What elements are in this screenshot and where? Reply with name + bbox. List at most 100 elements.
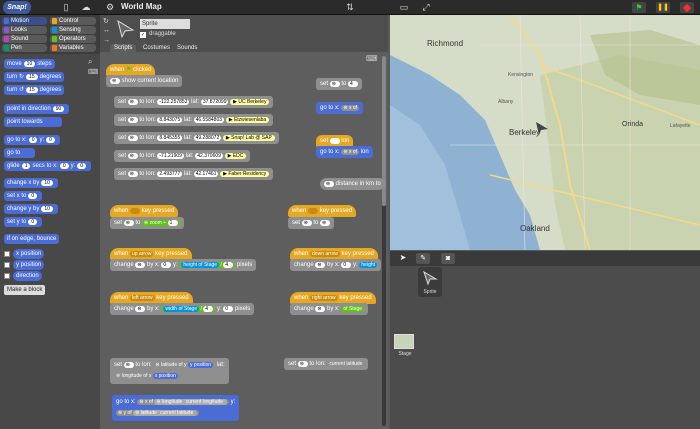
when-up-key-hat[interactable]: when key pressed	[110, 205, 179, 217]
set-x-block[interactable]: set x to 0	[4, 191, 43, 201]
block-input[interactable]: 0	[223, 306, 234, 312]
location-label[interactable]: ▶ Faber Residency	[220, 171, 270, 177]
block-input[interactable]: 0	[59, 163, 69, 169]
set-location-block[interactable]: set ⊜ to lon: -122.257852 lat: 37.872099…	[114, 96, 274, 108]
category-control[interactable]: Control	[50, 17, 96, 25]
height-of-stage-reporter[interactable]: height of Stage	[181, 262, 220, 268]
change-by-height-down-block[interactable]: change ⊜ by x: 0 y: height	[290, 259, 382, 271]
lat-input[interactable]: 49.288072	[193, 135, 222, 141]
app-mode-icon[interactable]: ▭	[398, 2, 410, 13]
set-current-latitude-block[interactable]: set ⊜ to lon: current latitude	[284, 358, 369, 370]
block-input[interactable]: 15	[26, 87, 38, 93]
category-variables[interactable]: Variables	[50, 44, 96, 52]
set-y-block[interactable]: set y to 0	[4, 217, 43, 227]
change-x-block[interactable]: change x by 10	[4, 178, 58, 188]
set-zoom-block[interactable]: set ⊜ to 4	[316, 78, 363, 90]
rotation-lr-icon[interactable]: ↔	[103, 27, 110, 34]
set-zoom-plus-block[interactable]: set ⊜ to ⊜ zoom + 1	[110, 217, 184, 229]
location-label[interactable]: ▶ Snap! Lab @ SAP	[222, 135, 275, 141]
change-by-width-block[interactable]: change ⊜ by x: width of Stage / 4 y: 0 p…	[110, 303, 255, 315]
rotation-none-icon[interactable]: →	[103, 37, 110, 44]
lon-input[interactable]: -122.257852	[157, 99, 190, 105]
when-down-key-hat[interactable]: when key pressed	[288, 205, 357, 217]
category-looks[interactable]: Looks	[2, 26, 47, 34]
glide-block[interactable]: glide 1 secs to x: 0 y: 0	[4, 161, 92, 171]
key-dropdown[interactable]: up arrow	[130, 251, 154, 257]
point-towards-block[interactable]: point towards	[4, 117, 62, 127]
key-dropdown[interactable]	[130, 208, 141, 214]
scripts-area[interactable]: ⌨ when ⚑ clicked ⊜ show current location…	[100, 52, 388, 429]
change-y-block[interactable]: change y by 10	[4, 204, 58, 214]
operator[interactable]: of Stage	[341, 306, 365, 312]
green-flag-button[interactable]: ⚑	[632, 2, 646, 13]
set-location-block[interactable]: set ⊜ to lon: -71.21909 lat: 42.370609 ▶…	[114, 150, 251, 162]
set-zoom-minus-block[interactable]: set ⊜ to ⊜	[288, 217, 335, 229]
set-location-block[interactable]: set ⊜ to lon: 2.493777 lat: 42.17461 ▶ F…	[114, 168, 274, 180]
lon-input[interactable]: 2.493777	[157, 171, 183, 177]
rotation-style-icon[interactable]: ↻	[103, 17, 109, 25]
key-dropdown[interactable]: right arrow	[310, 295, 338, 301]
direction-reporter[interactable]: direction	[13, 271, 42, 281]
latitude-reporter[interactable]: ⊜ latitude current latitude	[133, 410, 198, 416]
fullscreen-icon[interactable]: ⤢	[420, 2, 432, 13]
width-of-stage-reporter[interactable]: width of Stage	[163, 306, 200, 312]
block-input[interactable]: 1	[167, 220, 178, 226]
block-input[interactable]: 10	[23, 61, 36, 67]
lon-input[interactable]: 8.845355	[157, 135, 183, 141]
goto-block[interactable]: go to	[4, 148, 36, 158]
key-dropdown[interactable]	[308, 208, 319, 214]
location-label[interactable]: ▶ EDC	[224, 153, 247, 159]
current-latitude-reporter[interactable]: current latitude	[158, 410, 196, 416]
goto-xy-block[interactable]: go to x: 0 y: 0	[4, 135, 60, 145]
divide-operator[interactable]: height of Stage / 4	[179, 262, 236, 268]
show-current-location-block[interactable]: ⊜ show current location	[106, 75, 183, 87]
goto-xof-lon-block[interactable]: go to x: ⊜ x of lon	[316, 146, 373, 158]
sprite-name-field[interactable]: Sprite	[140, 19, 190, 29]
sprite-icon[interactable]: Sprite	[418, 267, 442, 297]
plus-operator[interactable]: ⊜ zoom + 1	[142, 220, 180, 226]
stage-icon[interactable]: Stage	[394, 334, 416, 362]
x-of-reporter[interactable]: ⊜ x of	[341, 149, 360, 155]
stage-map[interactable]: Richmond Kensington Albany Berkeley Orin…	[390, 15, 700, 250]
keyboard-entry-icon[interactable]: ⌨	[366, 54, 378, 63]
divide-operator[interactable]: width of Stage / 4	[161, 306, 216, 312]
category-sound[interactable]: Sound	[2, 35, 47, 43]
block-input[interactable]: 0	[28, 137, 38, 143]
category-motion[interactable]: Motion	[2, 17, 47, 25]
location-label[interactable]: ▶ UC Berkeley	[230, 99, 270, 105]
block-input[interactable]: 0	[77, 163, 87, 169]
snap-logo[interactable]: Snap!	[3, 1, 31, 14]
block-input[interactable]: 0	[46, 137, 55, 143]
category-pen[interactable]: Pen	[2, 44, 47, 52]
block-input[interactable]: 0	[28, 219, 38, 225]
make-block-button[interactable]: Make a block	[4, 285, 46, 295]
draggable-checkbox[interactable]: ✓	[140, 32, 146, 38]
category-operators[interactable]: Operators	[50, 35, 96, 43]
bounce-block[interactable]: if on edge, bounce	[4, 234, 60, 244]
lat-input[interactable]: 37.872099	[200, 99, 229, 105]
block-input[interactable]: 1	[21, 163, 31, 169]
lon-input[interactable]: -71.21909	[157, 153, 184, 159]
paintbrush-icon[interactable]: ✎	[416, 253, 430, 264]
lat-input[interactable]: 42.17461	[193, 171, 219, 177]
block-input[interactable]: 10	[41, 180, 53, 186]
direction-checkbox[interactable]	[4, 273, 10, 279]
turn-left-block[interactable]: turn ↺ 15 degrees	[4, 85, 65, 95]
block-input[interactable]: ⊜	[320, 220, 331, 226]
pause-button[interactable]: ❚❚	[656, 2, 670, 13]
key-dropdown[interactable]: down arrow	[310, 251, 340, 257]
current-latitude-reporter[interactable]: current latitude	[327, 361, 365, 367]
category-sensing[interactable]: Sensing	[50, 26, 96, 34]
x-of-reporter[interactable]: ⊜ x of	[341, 105, 360, 111]
settings-icon[interactable]: ⚙	[104, 2, 116, 13]
block-input[interactable]: 4	[348, 81, 359, 87]
change-by-height-block[interactable]: change ⊜ by x: 0 y: height of Stage / 4 …	[110, 259, 257, 271]
camera-icon[interactable]: ◙	[441, 253, 455, 264]
block-input[interactable]: 0	[341, 262, 352, 268]
goto-xof-block[interactable]: go to x: ⊜ x of	[316, 102, 364, 114]
search-icon[interactable]: ⌕	[88, 57, 92, 67]
latitude-of-y-reporter[interactable]: ⊜ latitude of y y position	[153, 362, 216, 368]
block-input[interactable]: 15	[26, 74, 38, 80]
block-input[interactable]: 4	[223, 262, 234, 268]
stage-size-icon[interactable]: ⇅	[344, 2, 356, 13]
